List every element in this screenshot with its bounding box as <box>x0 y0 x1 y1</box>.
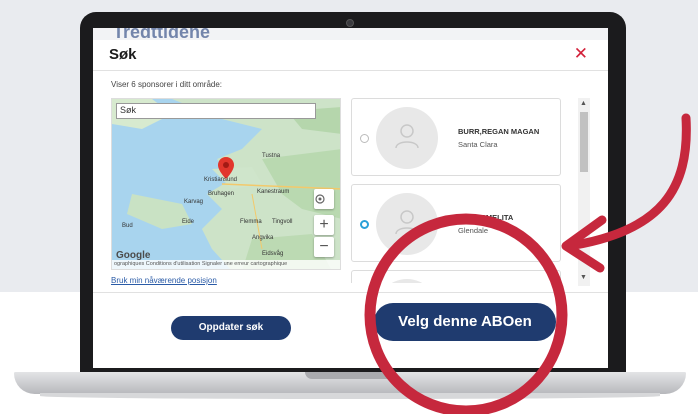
map-search-input[interactable]: Søk <box>116 103 316 119</box>
header-divider <box>93 70 608 71</box>
avatar-placeholder-icon <box>376 193 438 255</box>
map[interactable]: Søk Tustna Kristiansund Bruhagen Karvag … <box>111 98 341 270</box>
use-current-location-link[interactable]: Bruk min nåværende posisjon <box>111 276 217 285</box>
my-location-icon[interactable] <box>314 189 334 209</box>
sponsor-list[interactable]: BURR,REGAN MAGAN Santa Clara …, CARMELIT… <box>351 98 576 283</box>
modal-title: Søk <box>109 46 137 63</box>
map-label-tustna: Tustna <box>262 153 281 159</box>
map-attribution[interactable]: ographiques Conditions d'utilisation Sig… <box>112 260 340 269</box>
select-sponsor-button[interactable]: Velg denne ABOen <box>374 303 556 341</box>
map-terrain <box>112 99 340 269</box>
zoom-out-button[interactable]: − <box>314 237 334 257</box>
webcam <box>346 19 354 27</box>
update-search-button[interactable]: Oppdater søk <box>171 316 291 340</box>
sponsor-card[interactable] <box>351 270 561 283</box>
scroll-up-icon[interactable]: ▲ <box>580 100 587 107</box>
close-icon[interactable]: ✕ <box>574 44 588 64</box>
map-label-bud: Bud <box>122 223 133 229</box>
sponsor-city: Glendale <box>458 226 489 235</box>
map-label-kanestraum: Kanestraum <box>257 189 290 195</box>
map-label-karvag: Karvag <box>184 199 204 205</box>
sponsor-card[interactable]: BURR,REGAN MAGAN Santa Clara <box>351 98 561 176</box>
avatar-placeholder-icon <box>376 107 438 169</box>
avatar-placeholder-icon <box>376 279 438 283</box>
sponsor-name: …, CARMELITA <box>458 213 514 222</box>
laptop-notch <box>305 372 395 379</box>
zoom-in-button[interactable]: + <box>314 215 334 235</box>
list-scrollbar[interactable]: ▲ ▼ <box>578 98 590 286</box>
map-label-kristiansund: Kristiansund <box>204 177 238 183</box>
map-label-angvika: Angvika <box>252 235 274 241</box>
map-pin-icon[interactable] <box>218 157 234 179</box>
map-label-flemma: Flemma <box>240 219 262 225</box>
footer-divider <box>93 292 608 293</box>
sponsor-city: Santa Clara <box>458 140 498 149</box>
map-label-eidsvag: Eidsvåg <box>262 251 284 257</box>
scroll-down-icon[interactable]: ▼ <box>580 274 587 281</box>
map-label-tingvoll: Tingvoll <box>272 219 293 225</box>
sponsor-card[interactable]: …, CARMELITA Glendale <box>351 184 561 262</box>
scroll-thumb[interactable] <box>580 112 588 172</box>
sponsor-name: BURR,REGAN MAGAN <box>458 127 540 136</box>
sponsor-radio[interactable] <box>360 220 369 229</box>
map-label-bruhagen: Bruhagen <box>208 191 235 197</box>
results-info: Viser 6 sponsorer i ditt område: <box>111 80 223 89</box>
map-label-eide: Eide <box>182 219 195 225</box>
sponsor-radio[interactable] <box>360 134 369 143</box>
laptop-shadow <box>40 393 660 399</box>
